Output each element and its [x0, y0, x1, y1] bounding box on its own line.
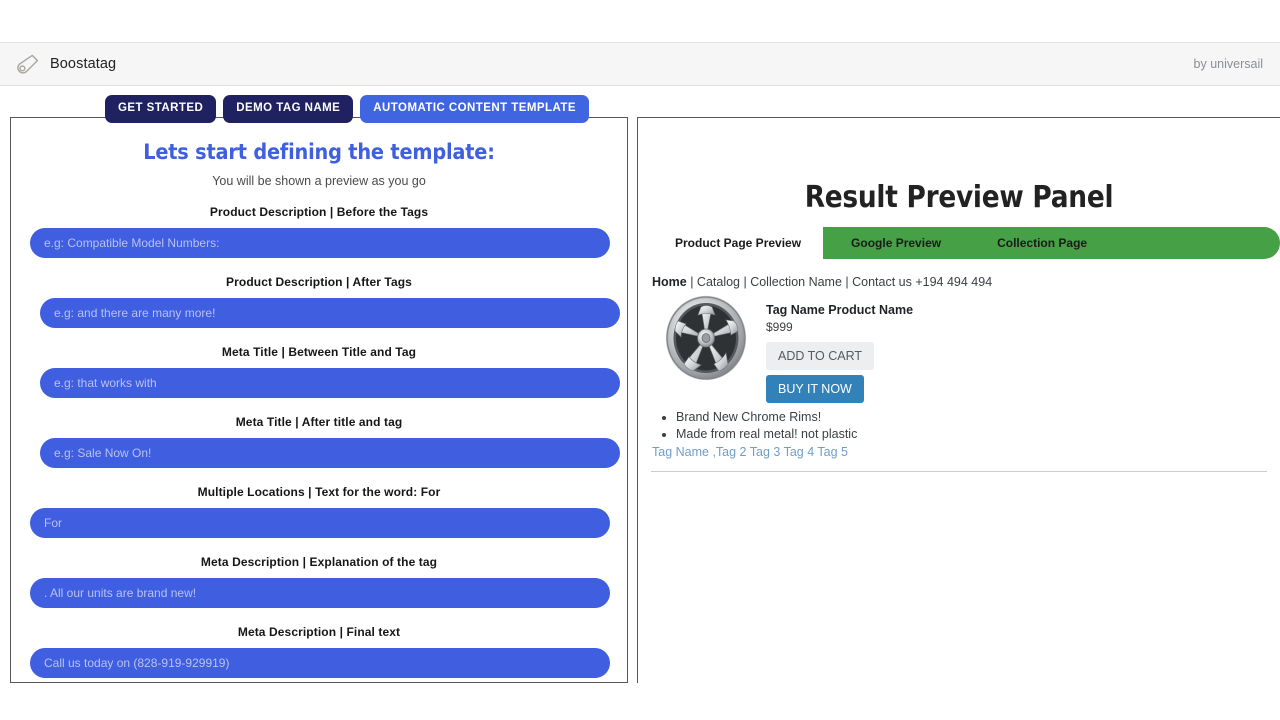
app-header: Boostatag by universail [0, 42, 1280, 86]
field-group-meta-title-between: Meta Title | Between Title and Tag [11, 345, 627, 398]
input-meta-title-after[interactable] [40, 438, 620, 468]
field-label: Product Description | After Tags [226, 275, 412, 289]
nav-automatic-content-template-button[interactable]: AUTOMATIC CONTENT TEMPLATE [360, 95, 589, 123]
form-title: Lets start defining the template: [143, 140, 495, 164]
input-multiple-locations-for[interactable] [30, 508, 610, 538]
template-form-panel: Lets start defining the template: You wi… [10, 117, 628, 683]
product-price: $999 [766, 320, 793, 334]
app-branding: Boostatag [16, 51, 116, 77]
preview-divider [651, 471, 1267, 472]
list-item: Made from real metal! not plastic [676, 426, 1280, 443]
field-label: Meta Description | Explanation of the ta… [200, 555, 438, 569]
input-product-description-before[interactable] [30, 228, 610, 258]
product-bullets: Brand New Chrome Rims! Made from real me… [638, 409, 1280, 442]
product-name: Tag Name Product Name [766, 303, 914, 317]
form-subtitle: You will be shown a preview as you go [212, 174, 426, 188]
nav-get-started-button[interactable]: GET STARTED [105, 95, 217, 123]
tab-collection-page[interactable]: Collection Page [969, 236, 1115, 250]
input-meta-description-explanation[interactable] [30, 578, 610, 608]
field-group-meta-description-explanation: Meta Description | Explanation of the ta… [11, 555, 627, 608]
field-group-product-description-before: Product Description | Before the Tags [11, 205, 627, 258]
nav-buttons: GET STARTED DEMO TAG NAME AUTOMATIC CONT… [105, 95, 589, 123]
breadcrumb: Home | Catalog | Collection Name | Conta… [652, 275, 1280, 289]
input-meta-description-final[interactable] [30, 648, 610, 678]
tabbar-green-track: Google Preview Collection Page [823, 227, 1280, 259]
app-byline: by universail [1193, 57, 1263, 71]
product-info: Tag Name Product Name $999 ADD TO CART B… [766, 295, 913, 403]
field-label: Meta Title | Between Title and Tag [221, 345, 417, 359]
field-group-multiple-locations: Multiple Locations | Text for the word: … [11, 485, 627, 538]
tab-product-page-preview[interactable]: Product Page Preview [653, 227, 824, 259]
field-label: Meta Description | Final text [237, 625, 401, 639]
add-to-cart-button[interactable]: ADD TO CART [766, 342, 875, 370]
app-title: Boostatag [50, 56, 117, 72]
result-preview-panel: Result Preview Panel Product Page Previe… [637, 117, 1280, 683]
product-tag-list[interactable]: Tag Name ,Tag 2 Tag 3 Tag 4 Tag 5 [652, 445, 1280, 459]
field-group-meta-title-after: Meta Title | After title and tag [11, 415, 627, 468]
tag-icon [16, 51, 42, 77]
input-product-description-after[interactable] [40, 298, 620, 328]
preview-tabbar: Product Page Preview Google Preview Coll… [638, 227, 1280, 259]
field-group-product-description-after: Product Description | After Tags [11, 275, 627, 328]
preview-panel-title: Result Preview Panel [804, 180, 1114, 215]
nav-demo-tag-name-button[interactable]: DEMO TAG NAME [223, 95, 354, 123]
chrome-wheel-image [660, 295, 752, 403]
breadcrumb-home-link[interactable]: Home [652, 275, 687, 289]
breadcrumb-rest: | Catalog | Collection Name | Contact us… [686, 275, 993, 289]
input-meta-title-between[interactable] [40, 368, 620, 398]
field-label: Meta Title | After title and tag [235, 415, 403, 429]
list-item: Brand New Chrome Rims! [676, 409, 1280, 426]
field-label: Product Description | Before the Tags [209, 205, 429, 219]
buy-it-now-button[interactable]: BUY IT NOW [766, 375, 864, 403]
tab-google-preview[interactable]: Google Preview [823, 236, 969, 250]
product-preview-row: Tag Name Product Name $999 ADD TO CART B… [660, 295, 1280, 403]
field-label: Multiple Locations | Text for the word: … [197, 485, 441, 499]
field-group-meta-description-final: Meta Description | Final text [11, 625, 627, 678]
